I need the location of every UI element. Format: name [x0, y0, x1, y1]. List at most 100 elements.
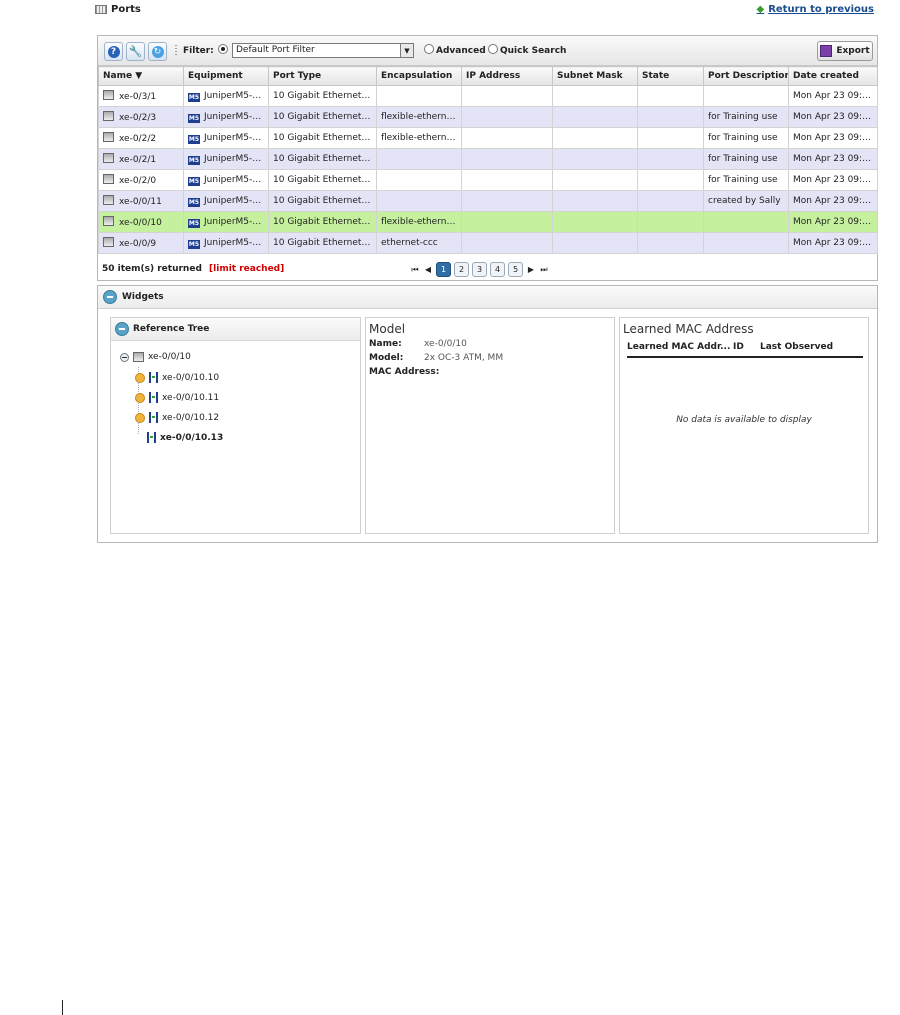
table-row[interactable]: xe-0/2/0 M5 JuniperM5-1... 10 Gigabit Ether…: [98, 169, 878, 191]
table-row[interactable]: xe-0/2/2 M5 JuniperM5-1... 10 Gigabit Ether…: [98, 127, 878, 149]
status-dot-icon: [135, 392, 145, 403]
widgets-collapse-icon[interactable]: [103, 290, 117, 304]
widgets-header: Widgets: [98, 286, 877, 309]
table-cell-ip: [461, 85, 553, 107]
cell-text: ethernet-ccc: [381, 238, 438, 248]
quick-search-radio[interactable]: [488, 44, 498, 54]
filter-select[interactable]: Default Port Filter ▼: [232, 43, 414, 58]
page-button-3[interactable]: 3: [472, 262, 487, 277]
quick-search-label: Quick Search: [500, 46, 567, 56]
port-icon: [133, 352, 144, 362]
cell-text: xe-0/0/10: [119, 218, 162, 228]
table-cell-ip: [461, 190, 553, 212]
tree-node-child-2[interactable]: xe-0/0/10.11: [135, 392, 219, 403]
table-cell-name: xe-0/2/0: [98, 169, 184, 191]
table-cell-name: xe-0/0/9: [98, 232, 184, 254]
column-header-ip-address[interactable]: IP Address: [461, 66, 553, 86]
item-count: 50 item(s) returned [limit reached]: [102, 264, 284, 274]
table-cell-port-type: 10 Gigabit Ethernet Op...: [268, 169, 377, 191]
cell-text: Mon Apr 23 09:2...: [793, 154, 877, 164]
column-header-state[interactable]: State: [637, 66, 704, 86]
learned-mac-title: Learned MAC Address: [623, 322, 754, 336]
table-row[interactable]: xe-0/0/11 M5 JuniperM5-1... 10 Gigabit Ethe…: [98, 190, 878, 212]
reference-tree-header: Reference Tree: [111, 318, 360, 341]
tree-node-child-4[interactable]: xe-0/0/10.13: [147, 432, 223, 443]
table-cell-encapsulation: [376, 148, 462, 170]
cell-text: for Training use: [708, 133, 778, 143]
model-title: Model: [369, 322, 406, 336]
grid-footer: 50 item(s) returned [limit reached] ⏮ ◀ …: [98, 259, 877, 279]
filter-radio[interactable]: [218, 44, 228, 54]
table-cell-port-type: 10 Gigabit Ethernet Op...: [268, 127, 377, 149]
return-to-previous-link[interactable]: ◆ Return to previous: [756, 4, 874, 15]
column-header-port-type[interactable]: Port Type: [268, 66, 377, 86]
table-cell-name: xe-0/2/2: [98, 127, 184, 149]
table-row[interactable]: xe-0/2/3 M5 JuniperM5-1... 10 Gigabit Ether…: [98, 106, 878, 128]
cell-text: xe-0/2/2: [119, 134, 157, 144]
m5-equipment-icon: M5: [188, 92, 200, 102]
cell-text: flexible-ethernet...: [381, 133, 462, 143]
tree-node-child-3[interactable]: xe-0/0/10.12: [135, 412, 219, 423]
learned-mac-table-header: Learned MAC Addr... ID Last Observed: [627, 341, 863, 358]
help-button[interactable]: ?: [104, 42, 123, 61]
column-header-port-description[interactable]: Port Description: [703, 66, 789, 86]
cell-text: JuniperM5-1...: [204, 153, 267, 164]
chevron-down-icon[interactable]: ▼: [400, 44, 413, 57]
tree-node-root[interactable]: xe-0/0/10: [120, 352, 191, 362]
cell-text: JuniperM5-1...: [204, 90, 267, 101]
table-row[interactable]: xe-0/0/9 M5 JuniperM5-1... 10 Gigabit Ether…: [98, 232, 878, 254]
logical-port-icon: [149, 372, 158, 383]
collapse-node-icon[interactable]: [120, 352, 129, 362]
first-page-icon[interactable]: ⏮: [410, 265, 420, 275]
table-cell-date: Mon Apr 23 09:2...: [788, 148, 878, 170]
table-cell-desc: for Training use: [703, 169, 789, 191]
cell-text: flexible-ethernet...: [381, 217, 462, 227]
page-button-4[interactable]: 4: [490, 262, 505, 277]
learned-mac-widget: Learned MAC Address Learned MAC Addr... …: [619, 317, 869, 534]
table-cell-date: Mon Apr 23 09:2...: [788, 211, 878, 233]
last-page-icon[interactable]: ⏭: [539, 265, 549, 275]
table-cell-date: Mon Apr 23 09:2...: [788, 127, 878, 149]
column-header-id[interactable]: ID: [733, 342, 744, 352]
no-data-message: No data is available to display: [676, 415, 812, 425]
table-cell-state: [637, 190, 704, 212]
column-header-encapsulation[interactable]: Encapsulation: [376, 66, 462, 86]
column-header-equipment[interactable]: Equipment: [183, 66, 269, 86]
reference-tree-widget: Reference Tree xe-0/0/10 xe-0/0/10.10 xe…: [110, 317, 361, 534]
export-button[interactable]: Export: [817, 41, 873, 61]
tree-node-label: xe-0/0/10: [148, 352, 191, 362]
page-button-2[interactable]: 2: [454, 262, 469, 277]
cell-text: Mon Apr 23 09:2...: [793, 217, 877, 227]
table-row[interactable]: xe-0/2/1 M5 JuniperM5-1... 10 Gigabit Ether…: [98, 148, 878, 170]
prev-page-icon[interactable]: ◀: [423, 265, 433, 274]
next-page-icon[interactable]: ▶: [526, 265, 536, 274]
ports-table: Name ▼ Equipment Port Type Encapsulation…: [98, 66, 878, 254]
advanced-radio[interactable]: [424, 44, 434, 54]
port-icon: [103, 174, 114, 184]
reference-tree-collapse-icon[interactable]: [115, 322, 129, 336]
column-header-subnet-mask[interactable]: Subnet Mask: [552, 66, 638, 86]
refresh-button[interactable]: ↻: [148, 42, 167, 61]
reference-tree-title: Reference Tree: [133, 324, 210, 334]
table-row[interactable]: xe-0/0/10 M5 JuniperM5-1... 10 Gigabit Ethe…: [98, 211, 878, 233]
model-name-key: Name:: [369, 339, 402, 349]
table-cell-desc: [703, 232, 789, 254]
column-header-learned-mac[interactable]: Learned MAC Addr...: [627, 342, 730, 352]
column-header-name[interactable]: Name ▼: [98, 66, 184, 86]
export-label: Export: [836, 46, 870, 56]
ports-grid-panel: ? 🔧 ↻ Filter: Default Port Filter ▼ Adva…: [97, 35, 878, 281]
column-header-date-created[interactable]: Date created: [788, 66, 878, 86]
page-button-5[interactable]: 5: [508, 262, 523, 277]
model-name-value: xe-0/0/10: [424, 339, 467, 349]
table-header-row: Name ▼ Equipment Port Type Encapsulation…: [98, 66, 878, 86]
table-cell-port-type: 10 Gigabit Ethernet Op...: [268, 211, 377, 233]
table-cell-port-type: 10 Gigabit Ethernet Op...: [268, 85, 377, 107]
table-row[interactable]: xe-0/3/1 M5 JuniperM5-1... 10 Gigabit Ether…: [98, 85, 878, 107]
model-widget: Model Name: xe-0/0/10 Model: 2x OC-3 ATM…: [365, 317, 615, 534]
m5-equipment-icon: M5: [188, 113, 200, 123]
page-button-1[interactable]: 1: [436, 262, 451, 277]
cell-text: JuniperM5-1...: [204, 195, 267, 206]
tree-node-child-1[interactable]: xe-0/0/10.10: [135, 372, 219, 383]
wrench-button[interactable]: 🔧: [126, 42, 145, 61]
column-header-last-observed[interactable]: Last Observed: [760, 342, 833, 352]
